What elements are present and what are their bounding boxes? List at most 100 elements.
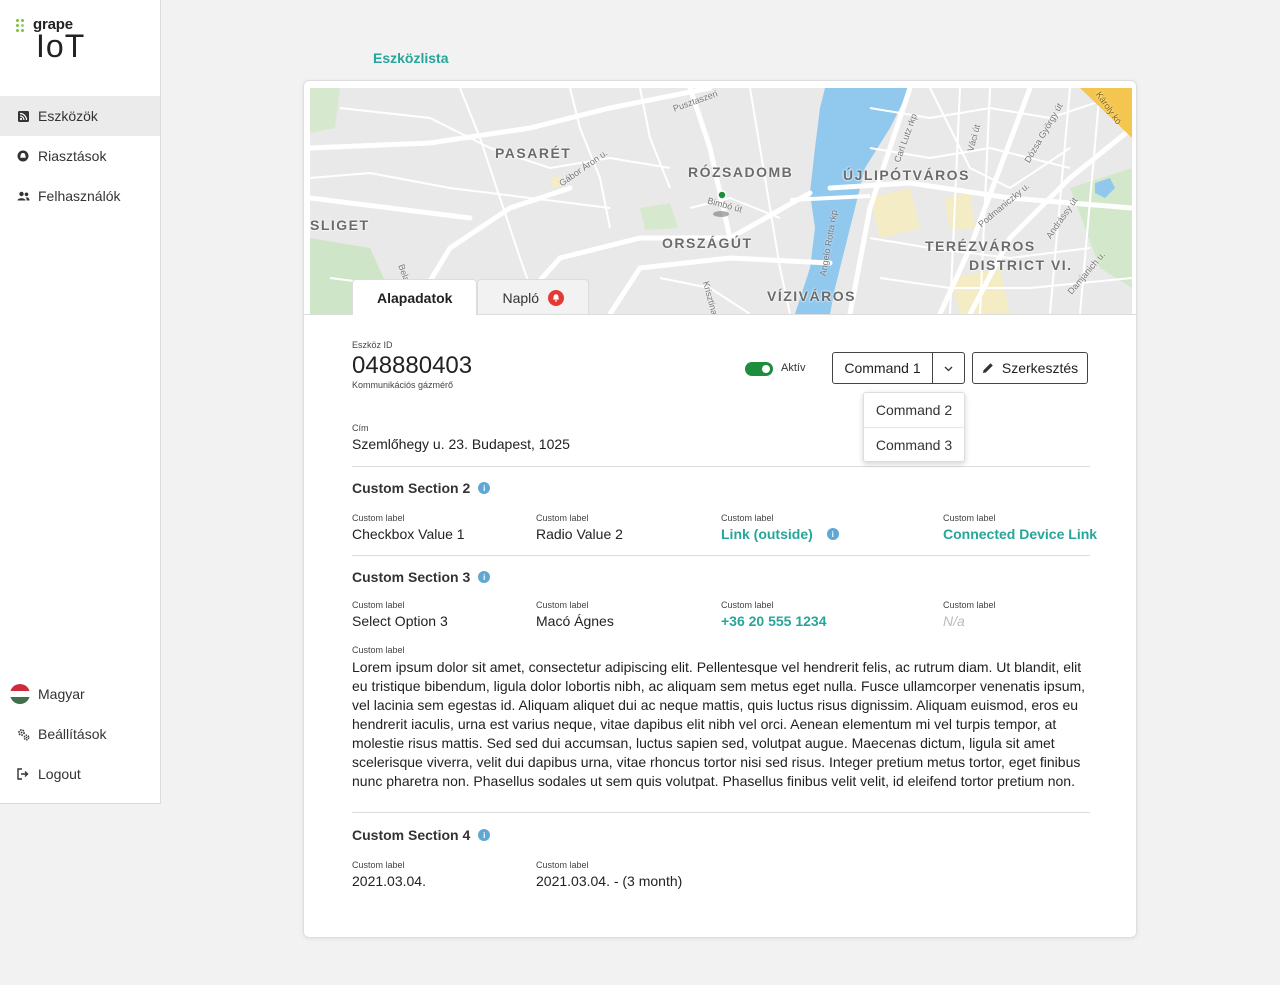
device-id-block: Eszköz ID 048880403 Kommunikációs gázmér… [352, 340, 472, 390]
field: Custom label +36 20 555 1234 [721, 600, 827, 629]
address-field: Cím Szemlőhegy u. 23. Budapest, 1025 [352, 423, 570, 452]
map-label: VÍZIVÁROS [767, 288, 856, 304]
section-title-text: Custom Section 3 [352, 569, 471, 585]
info-icon[interactable]: i [478, 571, 491, 583]
device-id-label: Eszköz ID [352, 340, 393, 350]
field: Custom label Link (outside) i [721, 513, 839, 542]
tab-label: Napló [502, 289, 540, 306]
sidebar-bottom: Magyar Beállítások Logout [0, 674, 160, 794]
field-label: Custom label [721, 600, 774, 610]
bell-alert-icon [548, 289, 565, 306]
field: Custom label 2021.03.04. - (3 month) [536, 860, 682, 889]
edit-button[interactable]: Szerkesztés [972, 352, 1088, 384]
detail-tabs: Alapadatok Napló [352, 279, 590, 315]
pencil-icon [982, 362, 994, 374]
phone-link[interactable]: +36 20 555 1234 [721, 613, 827, 629]
command-option[interactable]: Command 3 [864, 427, 964, 461]
field-label: Custom label [352, 645, 405, 655]
language-selector[interactable]: Magyar [0, 674, 160, 714]
sidebar-item-devices[interactable]: Eszközök [0, 96, 160, 136]
field-label: Custom label [352, 513, 405, 523]
section-title-3: Custom Section 3 i [352, 569, 491, 585]
field-label: Custom label [536, 860, 589, 870]
sidebar-item-settings[interactable]: Beállítások [0, 714, 160, 754]
field-label: Custom label [536, 513, 589, 523]
field-label: Custom label [536, 600, 589, 610]
field: Custom label Macó Ágnes [536, 600, 614, 629]
long-text-value: Lorem ipsum dolor sit amet, consectetur … [352, 659, 1086, 789]
field-label: Custom label [352, 600, 405, 610]
section-title-4: Custom Section 4 i [352, 827, 491, 843]
tab-log[interactable]: Napló [477, 279, 590, 315]
device-type: Kommunikációs gázmérő [352, 380, 454, 390]
sidebar-item-alarms[interactable]: Riasztások [0, 136, 160, 176]
edit-button-label: Szerkesztés [1001, 360, 1079, 376]
map-label: SLIGET [310, 217, 370, 233]
command-split-button: Command 1 [832, 352, 965, 384]
tab-basic-data[interactable]: Alapadatok [352, 279, 478, 315]
divider [352, 555, 1090, 556]
map-label: RÓZSADOMB [688, 164, 794, 180]
section-title-2: Custom Section 2 i [352, 480, 491, 496]
field: Custom label N/a [943, 600, 996, 629]
command-dropdown-toggle[interactable] [933, 353, 964, 383]
breadcrumb-device-list[interactable]: Eszközlista [373, 50, 448, 66]
field: Custom label Select Option 3 [352, 600, 448, 629]
chevron-down-icon [944, 359, 953, 377]
active-toggle-label: Aktív [781, 362, 806, 374]
sidebar-item-label: Eszközök [38, 108, 98, 124]
field-value: Select Option 3 [352, 613, 448, 629]
logout-button[interactable]: Logout [0, 754, 160, 794]
gears-icon [16, 727, 30, 741]
hungary-flag-icon [10, 684, 30, 704]
sidebar-item-label: Felhasználók [38, 188, 121, 204]
language-label: Magyar [38, 686, 85, 702]
users-icon [16, 189, 30, 203]
address-value: Szemlőhegy u. 23. Budapest, 1025 [352, 436, 570, 452]
field-value: Macó Ágnes [536, 613, 614, 629]
device-id-value: 048880403 [352, 352, 473, 379]
info-icon[interactable]: i [478, 829, 491, 841]
divider [352, 466, 1090, 467]
grape-iot-logo[interactable]: grape IoT [16, 16, 96, 64]
field-value: 2021.03.04. [352, 873, 426, 889]
alarm-icon [16, 149, 30, 163]
active-toggle[interactable] [745, 362, 773, 376]
logo-dots-icon [16, 19, 30, 33]
logout-icon [16, 767, 30, 781]
map-label: ORSZÁGÚT [662, 235, 753, 251]
long-text-label-wrap: Custom label [352, 645, 405, 655]
sidebar-item-users[interactable]: Felhasználók [0, 176, 160, 216]
connected-device-link[interactable]: Connected Device Link [943, 526, 1097, 542]
field-label: Custom label [352, 860, 405, 870]
map-label: ÚJLIPÓTVÁROS [843, 167, 970, 183]
logo-product: IoT [36, 28, 86, 64]
divider [352, 812, 1090, 813]
map-label: DISTRICT VI. [969, 257, 1073, 273]
field-value: Radio Value 2 [536, 526, 623, 542]
info-icon[interactable]: i [826, 528, 839, 540]
main-nav: Eszközök Riasztások Felhasználók [0, 96, 160, 216]
field-label: Cím [352, 423, 369, 433]
field: Custom label 2021.03.04. [352, 860, 426, 889]
field: Custom label Radio Value 2 [536, 513, 623, 542]
section-title-text: Custom Section 2 [352, 480, 471, 496]
outside-link-field: Link (outside) i [721, 526, 839, 542]
field-value-empty: N/a [943, 613, 965, 629]
info-icon[interactable]: i [478, 482, 491, 494]
rss-icon [16, 109, 30, 123]
sidebar-item-label: Logout [38, 766, 81, 782]
sidebar: grape IoT Eszközök Riasztások Felhasznál… [0, 0, 161, 804]
map-label: TERÉZVÁROS [925, 238, 1036, 254]
device-detail-card: PASARÉT RÓZSADOMB ÚJLIPÓTVÁROS SLIGET OR… [303, 80, 1137, 938]
outside-link[interactable]: Link (outside) [721, 526, 813, 542]
section-title-text: Custom Section 4 [352, 827, 471, 843]
sidebar-item-label: Riasztások [38, 148, 107, 164]
command-option[interactable]: Command 2 [864, 393, 964, 427]
map-label: PASARÉT [495, 145, 572, 161]
field-label: Custom label [943, 513, 996, 523]
command-button[interactable]: Command 1 [833, 353, 933, 383]
field-value: 2021.03.04. - (3 month) [536, 873, 683, 889]
command-dropdown-menu: Command 2 Command 3 [863, 392, 965, 462]
field-label: Custom label [721, 513, 774, 523]
